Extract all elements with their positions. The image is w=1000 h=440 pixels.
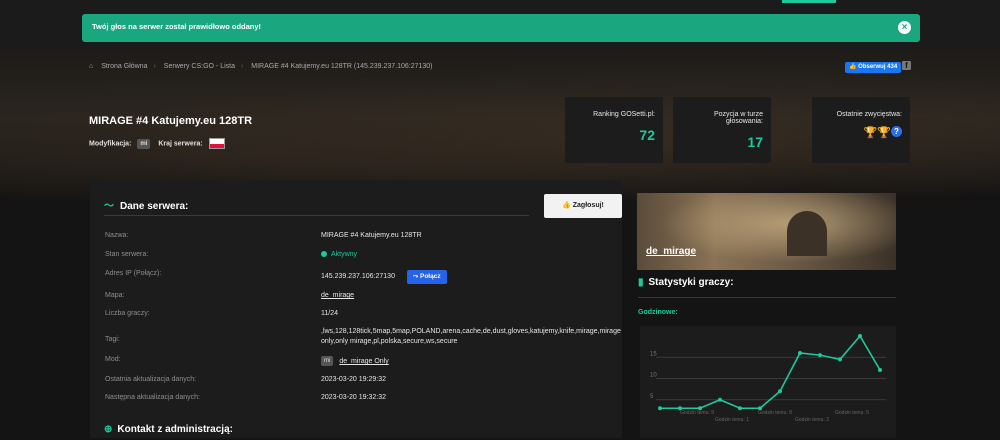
row-value: mi de_mirage Only xyxy=(321,356,621,366)
y-tick-label: 15 xyxy=(650,351,657,357)
y-tick-label: 10 xyxy=(650,373,657,379)
status-dot-icon xyxy=(321,251,327,258)
row-value: 11/24 xyxy=(321,310,338,317)
row-label: Ostatnia aktualizacja danych: xyxy=(105,376,197,383)
map-card-name[interactable]: de_mirage xyxy=(646,246,696,257)
row-value: 145.239.237.106:27130 ⤳ Połącz xyxy=(321,270,621,284)
data-point[interactable] xyxy=(838,357,842,362)
divider xyxy=(104,215,529,216)
row-value: Aktywny xyxy=(321,251,621,258)
mod-badge: mi xyxy=(137,138,151,149)
x-tick-label: Godzin temu: 8 xyxy=(758,410,792,416)
ranking-value: 72 xyxy=(639,127,655,143)
poland-flag-icon xyxy=(208,138,225,149)
ranking-label: Ranking GOSetti.pl: xyxy=(593,111,655,118)
status-text: Aktywny xyxy=(331,251,358,258)
breadcrumb-home[interactable]: Strona Główna xyxy=(101,63,147,70)
row-label: Adres IP (Połącz): xyxy=(105,270,162,277)
details-heading-text: Dane serwera: xyxy=(120,201,189,212)
row-label: Liczba graczy: xyxy=(105,310,150,317)
row-label: Mod: xyxy=(105,356,121,363)
x-tick-label: Godzin temu: 1 xyxy=(715,417,749,423)
data-point[interactable] xyxy=(658,406,662,411)
row-label: Następna aktualizacja danych: xyxy=(105,394,200,401)
mod-link[interactable]: de_mirage Only xyxy=(339,358,388,365)
vote-button-label: Zagłosuj! xyxy=(572,202,604,209)
row-label: Nazwa: xyxy=(105,232,129,239)
data-point[interactable] xyxy=(718,397,722,402)
row-label: Mapa: xyxy=(105,292,125,299)
row-value: MIRAGE #4 Katujemy.eu 128TR xyxy=(321,232,422,239)
connect-button[interactable]: ⤳ Połącz xyxy=(406,270,447,284)
position-label: Pozycja w turze głosowania: xyxy=(713,111,763,125)
map-link[interactable]: de_mirage xyxy=(321,292,621,299)
map-image-arch xyxy=(787,211,827,256)
contact-heading: ⊕ Kontakt z administracją: xyxy=(104,424,233,435)
winners-icons: 🏆🏆? xyxy=(820,126,902,139)
data-point[interactable] xyxy=(738,406,742,411)
hourly-label: Godzinowe: xyxy=(638,309,678,316)
series-line xyxy=(660,334,881,410)
y-tick-label: 5 xyxy=(650,394,654,400)
data-point[interactable] xyxy=(818,353,822,358)
x-tick-label: Godzin temu: 3 xyxy=(795,417,829,423)
position-value: 17 xyxy=(747,134,763,150)
close-icon[interactable]: × xyxy=(898,21,911,34)
facebook-follow-button[interactable]: 👍 Obserwuj 434 xyxy=(845,62,902,73)
details-heading: 〜 Dane serwera: xyxy=(104,197,188,212)
thumbs-up-icon: 👍 xyxy=(562,202,571,209)
position-card: Pozycja w turze głosowania: 17 xyxy=(673,97,771,163)
data-point[interactable] xyxy=(758,406,762,411)
ranking-card: Ranking GOSetti.pl: 72 xyxy=(565,97,663,163)
data-point[interactable] xyxy=(878,368,882,372)
data-point[interactable] xyxy=(858,334,862,338)
row-value: 2023-03-20 19:29:32 xyxy=(321,376,386,383)
player-stats-heading-text: Statystyki graczy: xyxy=(648,277,734,288)
breadcrumb-current: MIRAGE #4 Katujemy.eu 128TR (145.239.237… xyxy=(251,63,433,70)
player-stats-heading: ▮ Statystyki graczy: xyxy=(638,277,734,288)
ip-address[interactable]: 145.239.237.106:27130 xyxy=(321,273,395,280)
row-value: 2023-03-20 19:32:32 xyxy=(321,394,386,401)
data-point[interactable] xyxy=(778,389,782,394)
row-label: Tagi: xyxy=(105,336,120,343)
x-tick-label: Godzin temu: 5 xyxy=(835,410,869,416)
mod-badge: mi xyxy=(321,356,334,366)
server-title: MIRAGE #4 Katujemy.eu 128TR xyxy=(89,115,253,127)
map-card[interactable]: de_mirage xyxy=(637,193,896,270)
row-label: Stan serwera: xyxy=(105,251,149,258)
thumbs-up-icon: 👍 xyxy=(849,64,857,70)
home-icon: ⌂ xyxy=(89,63,94,70)
question-icon: ? xyxy=(891,126,902,137)
contact-heading-text: Kontakt z administracją: xyxy=(117,424,233,435)
nav-active-indicator xyxy=(782,0,836,3)
bar-chart-icon: ▮ xyxy=(638,277,644,288)
player-chart-svg: 5 10 15 Godzin temu: 9Godzin temu: 1 Godzin … xyxy=(650,334,886,423)
connect-label: Połącz xyxy=(419,273,441,280)
silver-trophy-icon: 🏆 xyxy=(877,127,891,139)
server-meta: Modyfikacja: mi Kraj serwera: xyxy=(89,138,225,149)
globe-icon: ⊕ xyxy=(104,424,113,435)
data-point[interactable] xyxy=(798,351,802,355)
player-chart: 5 10 15 Godzin temu: 9 Godzin temu: 1 Godzin … xyxy=(640,326,896,438)
pulse-icon: 〜 xyxy=(104,201,114,212)
winners-label: Ostatnie zwycięstwa: xyxy=(836,111,902,118)
mod-label: Modyfikacja: xyxy=(89,140,132,148)
country-label: Kraj serwera: xyxy=(158,140,203,148)
gold-trophy-icon: 🏆 xyxy=(863,127,878,139)
data-point[interactable] xyxy=(678,406,682,411)
tags-value: ,lws,128,128tick,5map,5map,POLAND,arena,… xyxy=(321,328,621,345)
breadcrumb: ⌂ Strona Główna › Serwery CS:GO - Lista › … xyxy=(89,63,433,70)
server-details-panel: 〜 Dane serwera: 👍 Zagłosuj! Nazwa: MIRAGE… xyxy=(90,180,622,438)
divider xyxy=(638,297,896,298)
success-alert: Twój głos na serwer został prawidłowo od… xyxy=(82,14,920,42)
x-tick-label: Godzin temu: 9 xyxy=(680,410,714,416)
breadcrumb-list[interactable]: Serwery CS:GO - Lista xyxy=(164,63,235,70)
facebook-icon[interactable]: f xyxy=(902,61,911,70)
alert-message: Twój głos na serwer został prawidłowo od… xyxy=(92,22,262,31)
winners-card: Ostatnie zwycięstwa: 🏆🏆? xyxy=(812,97,910,163)
data-point[interactable] xyxy=(698,406,702,411)
facebook-follow-label: Obserwuj 434 xyxy=(858,64,898,70)
vote-button[interactable]: 👍 Zagłosuj! xyxy=(544,194,622,218)
